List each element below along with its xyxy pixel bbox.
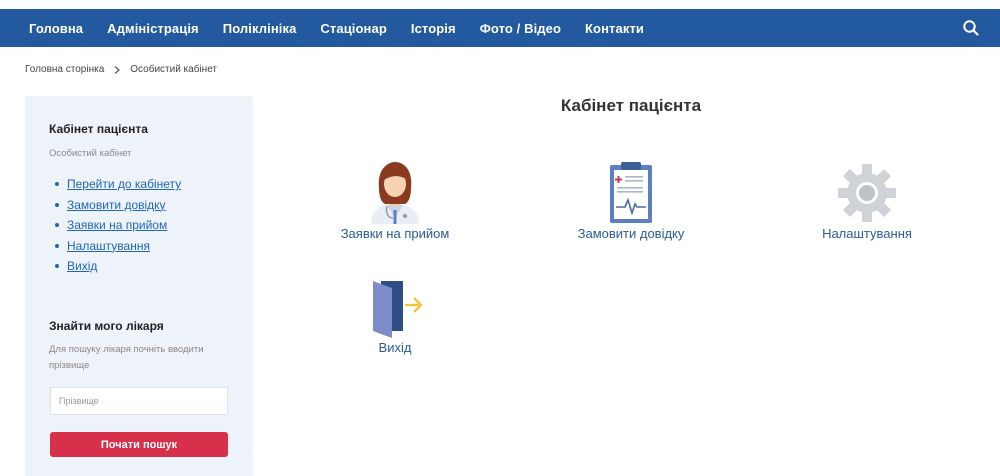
tile-settings[interactable]: Налаштування	[802, 160, 932, 241]
gear-icon	[838, 164, 896, 222]
doctor-icon	[371, 162, 419, 224]
tile-order-certificate[interactable]: Замовити довідку	[566, 160, 696, 241]
bullet-icon	[55, 202, 59, 207]
sidebar-cabinet-title: Кабінет пацієнта	[49, 122, 148, 136]
sidebar-link-item: Вихід	[55, 256, 181, 277]
sidebar-links: Перейти до кабінету Замовити довідку Зая…	[55, 174, 181, 277]
sidebar-link-appointments[interactable]: Заявки на прийом	[67, 218, 167, 232]
nav-menu: Головна Адміністрація Поліклініка Стаціо…	[0, 9, 668, 47]
nav-item-home[interactable]: Головна	[29, 21, 83, 36]
tile-appointments-label: Заявки на прийом	[340, 226, 450, 241]
sidebar-link-item: Перейти до кабінету	[55, 174, 181, 195]
sidebar: Кабінет пацієнта Особистий кабінет Перей…	[25, 96, 253, 476]
tile-exit[interactable]: Вихід	[330, 278, 460, 355]
top-navigation: Головна Адміністрація Поліклініка Стаціо…	[0, 9, 1000, 47]
sidebar-link-item: Налаштування	[55, 236, 181, 257]
find-doctor-title: Знайти мого лікаря	[49, 319, 164, 333]
breadcrumb-current: Особистий кабінет	[130, 64, 217, 75]
sidebar-cabinet-subtitle: Особистий кабінет	[49, 148, 132, 159]
tile-appointments[interactable]: Заявки на прийом	[330, 160, 460, 241]
bullet-icon	[55, 264, 59, 269]
nav-item-polyclinic[interactable]: Поліклініка	[223, 21, 297, 36]
sidebar-link-item: Замовити довідку	[55, 195, 181, 216]
bullet-icon	[55, 182, 59, 187]
find-doctor-hint-line1: Для пошуку лікаря почніть вводити	[49, 344, 204, 355]
sidebar-link-go-to-cabinet[interactable]: Перейти до кабінету	[67, 177, 181, 191]
sidebar-link-logout[interactable]: Вихід	[67, 259, 97, 273]
nav-item-contacts[interactable]: Контакти	[585, 21, 644, 36]
breadcrumb: Головна сторінка Особистий кабінет	[25, 64, 217, 75]
tile-exit-label: Вихід	[378, 340, 412, 355]
sidebar-link-order-certificate[interactable]: Замовити довідку	[67, 198, 166, 212]
breadcrumb-home-link[interactable]: Головна сторінка	[25, 64, 104, 75]
bullet-icon	[55, 223, 59, 228]
chevron-right-icon	[112, 65, 122, 75]
sidebar-link-settings[interactable]: Налаштування	[67, 239, 150, 253]
tile-order-certificate-label: Замовити довідку	[577, 226, 685, 241]
clipboard-icon	[610, 162, 652, 223]
exit-door-icon	[373, 281, 423, 338]
page-title: Кабінет пацієнта	[560, 96, 702, 115]
find-doctor-hint-line2: прізвище	[49, 360, 90, 371]
nav-item-hospital[interactable]: Стаціонар	[320, 21, 386, 36]
tile-settings-label: Налаштування	[822, 226, 912, 241]
nav-item-photo-video[interactable]: Фото / Відео	[480, 21, 561, 36]
doctor-surname-input[interactable]	[50, 387, 228, 415]
bullet-icon	[55, 243, 59, 248]
nav-item-history[interactable]: Історія	[411, 21, 456, 36]
start-search-button[interactable]: Почати пошук	[50, 432, 228, 457]
sidebar-link-item: Заявки на прийом	[55, 215, 181, 236]
nav-item-administration[interactable]: Адміністрація	[107, 21, 199, 36]
search-icon[interactable]	[962, 19, 980, 37]
